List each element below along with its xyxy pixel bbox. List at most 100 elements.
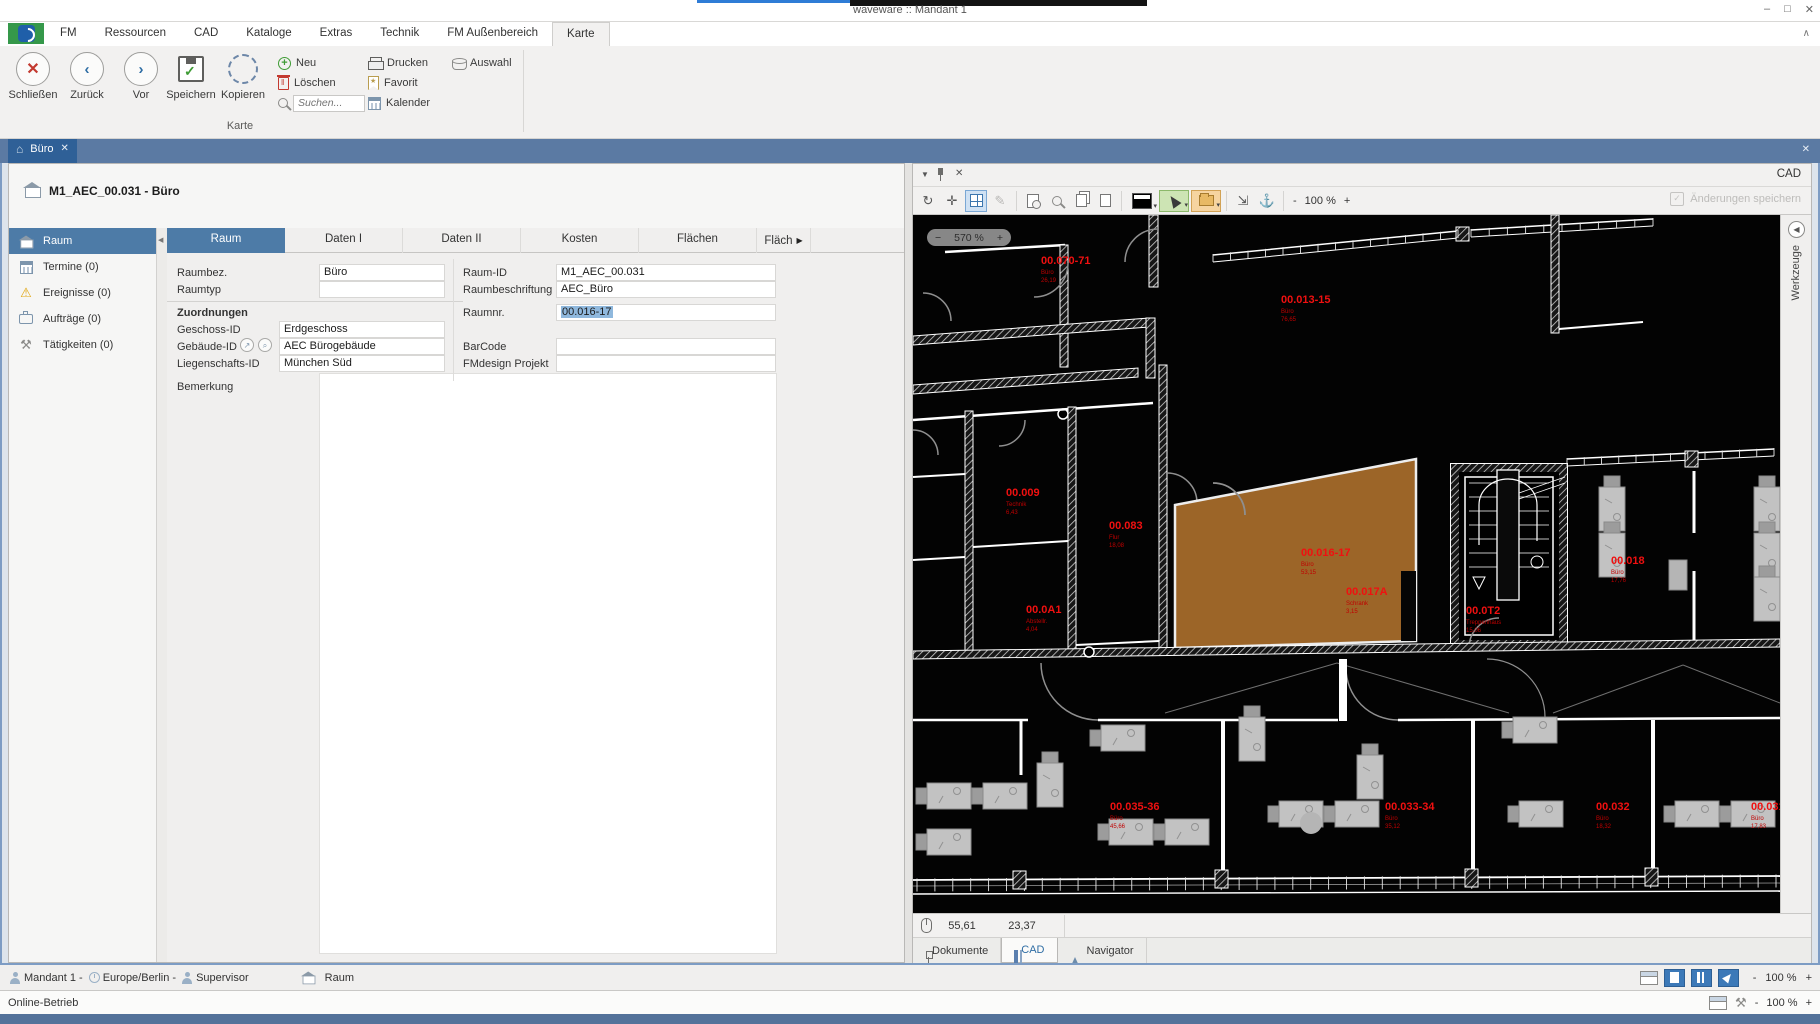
sidebar-item-raum[interactable]: Raum [9,228,156,254]
form-tab-raum[interactable]: Raum [167,228,285,253]
background-color-picker[interactable]: ▾ [1127,190,1157,212]
pin-icon[interactable] [937,168,944,181]
selection-button[interactable]: Auswahl [452,54,512,72]
raumnr-field[interactable]: 00.016-17 [556,304,776,321]
raum-id-label: Raum-ID [463,267,507,279]
raum-id-field[interactable]: M1_AEC_00.031 [556,264,776,281]
pan-move-icon[interactable]: ✛ [941,190,963,212]
raumtyp-field[interactable] [319,281,445,298]
sidebar-collapse-strip[interactable]: ◀ [157,228,167,962]
save-changes-icon [1670,192,1684,206]
sidebar-item-termine[interactable]: Termine (0) [9,254,156,280]
fmdesign-field[interactable] [556,355,776,372]
favorite-button[interactable]: Favorit [368,74,430,92]
forward-button[interactable]: › Vor [114,52,168,101]
bemerkung-field[interactable] [319,373,777,954]
bottom-layout-icon[interactable] [1709,996,1727,1010]
print-button[interactable]: Drucken [368,54,430,72]
tools-hammer-icon[interactable]: ⚒ [1735,995,1747,1011]
bottom-zoom-in[interactable]: + [1806,997,1812,1009]
collapse-left-icon: ◀ [158,236,163,244]
select-cursor-tool[interactable]: ▾ [1159,190,1189,212]
save-button[interactable]: ✓ Speichern [164,52,218,101]
export-icon[interactable]: ⇲ [1232,190,1254,212]
cad-zoom-out[interactable]: - [1293,195,1297,207]
close-tab-icon[interactable]: ✕ [61,143,69,154]
cad-canvas[interactable]: − 570 % + [913,215,1780,913]
gebaeude-field[interactable]: AEC Bürogebäude [279,338,445,355]
zoom-page-icon[interactable] [1022,190,1044,212]
delete-button[interactable]: Löschen [278,74,365,92]
dock-documents-icon[interactable] [1664,969,1685,987]
ribbon-tab-technik[interactable]: Technik [366,22,433,46]
cad-zoom-in[interactable]: + [1344,195,1350,207]
goto-link-icon[interactable]: ↗ [240,338,254,352]
strip-close-icon[interactable]: ✕ [1802,144,1810,155]
layers-icon[interactable] [1070,190,1092,212]
anchor-icon[interactable]: ⚓ [1256,190,1278,212]
pane-splitter[interactable] [905,163,912,963]
back-button[interactable]: ‹ Zurück [60,52,114,101]
close-window-button[interactable]: ✕ [1805,3,1814,16]
sidebar-item-tätigkeiten[interactable]: ⚒Tätigkeiten (0) [9,332,156,358]
form-tab-daten-i[interactable]: Daten I [285,228,403,253]
canvas-zoom-in[interactable]: + [997,232,1003,244]
close-panel-icon[interactable]: ✕ [955,168,963,179]
close-record-button[interactable]: ✕ Schließen [6,52,60,101]
printer-icon [368,57,382,69]
ribbon-collapse-icon[interactable]: ∧ [1803,28,1810,39]
cad-tab-dokumente[interactable]: Dokumente [913,938,1001,963]
room-label: 00.0A1 [1026,604,1061,616]
form-tab-fläch[interactable]: Fläch▶ [757,228,811,253]
document-tab-buero[interactable]: ⌂ Büro ✕ [8,139,77,163]
ribbon-tab-extras[interactable]: Extras [306,22,367,46]
measure-pencil-icon[interactable]: ✎ [989,190,1011,212]
tab-werkzeuge[interactable]: Werkzeuge [1790,245,1802,300]
grid-view-icon[interactable] [965,190,987,212]
layer-folder-tool[interactable]: ▾ [1191,190,1221,212]
form-tab-flächen[interactable]: Flächen [639,228,757,253]
sidebar-item-ereignisse[interactable]: ⚠Ereignisse (0) [9,280,156,306]
tools-collapse-button[interactable]: ◀ [1788,221,1805,238]
ribbon-tab-fm-außenbereich[interactable]: FM Außenbereich [433,22,552,46]
dock-navigator-icon[interactable] [1718,969,1739,987]
magnifier-icon[interactable] [1046,190,1068,212]
new-view-icon[interactable] [1094,190,1116,212]
form-tab-kosten[interactable]: Kosten [521,228,639,253]
form-tab-strip: RaumDaten IDaten IIKostenFlächenFläch▶ [167,228,904,253]
ribbon-tab-karte[interactable]: Karte [552,22,610,46]
dock-cad-icon[interactable] [1691,969,1712,987]
copy-button[interactable]: Kopieren [216,52,270,101]
panel-menu-icon[interactable]: ▼ [921,170,929,179]
ribbon-tab-fm[interactable]: FM [46,22,91,46]
sidebar-item-aufträge[interactable]: Aufträge (0) [9,306,156,332]
ribbon-tab-ressourcen[interactable]: Ressourcen [91,22,180,46]
barcode-field[interactable] [556,338,776,355]
bottom-zoom-out[interactable]: - [1755,997,1759,1009]
liegenschaft-field[interactable]: München Süd [279,355,445,372]
new-button[interactable]: + Neu [278,54,365,72]
tab-overflow-arrow-icon[interactable]: ▶ [796,236,802,245]
save-changes-button[interactable]: Änderungen speichern [1670,192,1801,206]
status-client: Mandant 1 - [24,972,83,984]
canvas-zoom-out[interactable]: − [935,232,941,244]
status-zoom-out[interactable]: - [1753,972,1757,984]
cad-tab-cad[interactable]: CAD [1001,938,1057,963]
raumbeschriftung-field[interactable]: AEC_Büro [556,281,776,298]
raumbez-field[interactable]: Büro [319,264,445,281]
cad-tab-navigator[interactable]: Navigator [1058,938,1147,963]
ribbon-tab-kataloge[interactable]: Kataloge [232,22,305,46]
layout-view-icon[interactable] [1640,971,1658,985]
lookup-icon[interactable]: ⌕ [258,338,272,352]
calendar-button[interactable]: Kalender [368,94,430,112]
status-zoom-in[interactable]: + [1806,972,1812,984]
room-icon [17,234,35,249]
app-logo[interactable] [8,23,44,44]
minimize-button[interactable]: – [1764,3,1770,16]
geschoss-field[interactable]: Erdgeschoss [279,321,445,338]
maximize-button[interactable]: □ [1784,3,1791,16]
search-input[interactable] [293,95,365,112]
refresh-icon[interactable]: ↻ [917,190,939,212]
form-tab-daten-ii[interactable]: Daten II [403,228,521,253]
ribbon-tab-cad[interactable]: CAD [180,22,232,46]
